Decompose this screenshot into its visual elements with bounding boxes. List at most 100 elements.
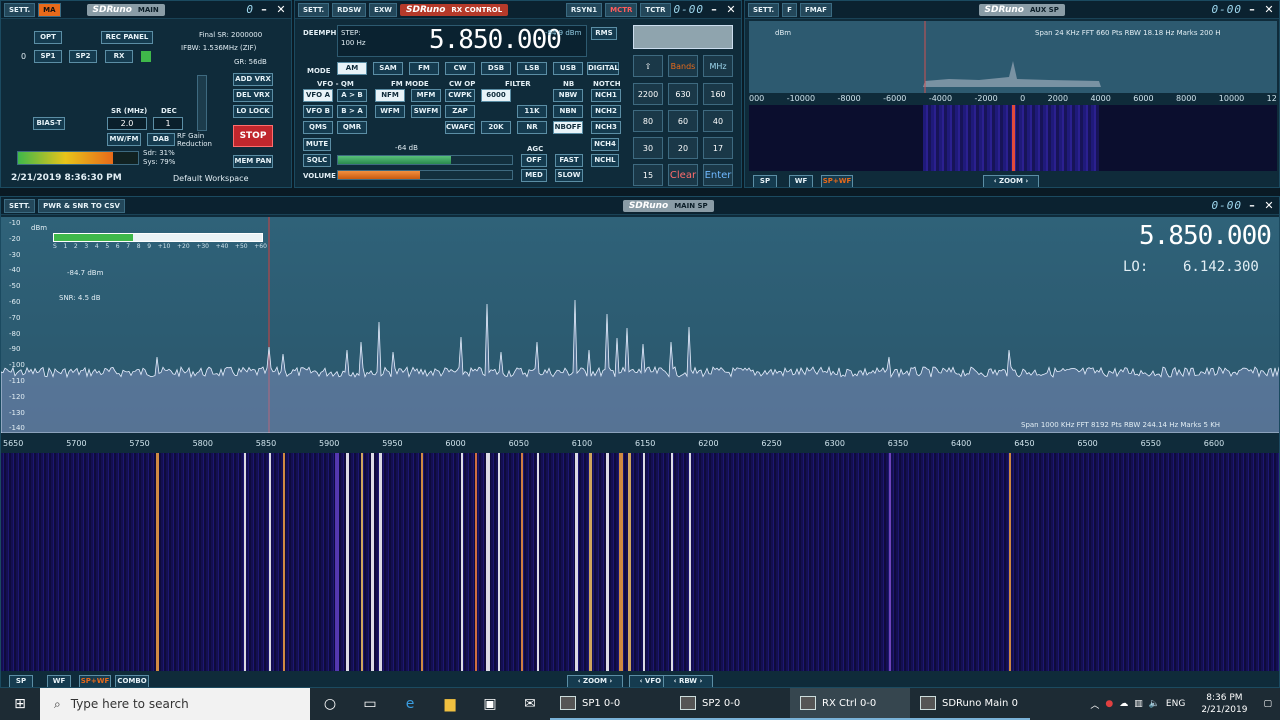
language-indicator[interactable]: ENG bbox=[1166, 699, 1185, 709]
aux-settings-button[interactable]: SETT. bbox=[748, 2, 780, 17]
mctr-button[interactable]: MCTR bbox=[605, 2, 638, 17]
mainsp-minimize-icon[interactable]: – bbox=[1245, 199, 1259, 213]
aux-zoom-control[interactable]: ‹ ZOOM › bbox=[983, 175, 1039, 187]
mainsp-zoom-control[interactable]: ‹ ZOOM › bbox=[567, 675, 623, 687]
key-630[interactable]: 630 bbox=[668, 83, 698, 105]
dab-button[interactable]: DAB bbox=[147, 133, 175, 146]
enter-button[interactable]: Enter bbox=[703, 164, 733, 186]
exw-button[interactable]: EXW bbox=[369, 2, 398, 17]
mhz-button[interactable]: MHz bbox=[703, 55, 733, 77]
task-view-icon[interactable]: ▭ bbox=[350, 688, 390, 720]
row2-zap-button[interactable]: ZAP bbox=[445, 105, 475, 118]
row1-vfo-a-button[interactable]: VFO A bbox=[303, 89, 333, 102]
row2-11k-button[interactable]: 11K bbox=[517, 105, 547, 118]
key-20[interactable]: 20 bbox=[668, 137, 698, 159]
key-160[interactable]: 160 bbox=[703, 83, 733, 105]
mode-fm-button[interactable]: FM bbox=[409, 62, 439, 75]
clear-button[interactable]: Clear bbox=[668, 164, 698, 186]
network-icon[interactable]: ▥ bbox=[1134, 699, 1143, 709]
agc-fast-button[interactable]: FAST bbox=[555, 154, 583, 167]
row3-qms-button[interactable]: QMS bbox=[303, 121, 333, 134]
mwfm-button[interactable]: MW/FM bbox=[107, 133, 141, 146]
lo-lock-button[interactable]: LO LOCK bbox=[233, 105, 273, 118]
rms-button[interactable]: RMS bbox=[591, 27, 617, 40]
row2-vfo-b-button[interactable]: VFO B bbox=[303, 105, 333, 118]
mode-dsb-button[interactable]: DSB bbox=[481, 62, 511, 75]
file-explorer-icon[interactable]: ▆ bbox=[430, 688, 470, 720]
taskbar-app-sp1[interactable]: SP1 0-0 bbox=[550, 688, 670, 720]
agc-off-button[interactable]: OFF bbox=[521, 154, 547, 167]
mute-button[interactable]: MUTE bbox=[303, 138, 331, 151]
row3-cwafc-button[interactable]: CWAFC bbox=[445, 121, 475, 134]
nchl-button[interactable]: NCHL bbox=[591, 154, 619, 167]
main-waterfall[interactable] bbox=[1, 453, 1279, 671]
squelch-slider[interactable] bbox=[337, 155, 513, 165]
sqlc-button[interactable]: SQLC bbox=[303, 154, 331, 167]
row3-nr-button[interactable]: NR bbox=[517, 121, 547, 134]
edge-icon[interactable]: e bbox=[390, 688, 430, 720]
mainsp-sp-button[interactable]: SP bbox=[9, 675, 33, 687]
taskbar-app-sp2[interactable]: SP2 0-0 bbox=[670, 688, 790, 720]
row1-nfm-button[interactable]: NFM bbox=[375, 89, 405, 102]
mode-sam-button[interactable]: SAM bbox=[373, 62, 403, 75]
bias-t-button[interactable]: BIAS-T bbox=[33, 117, 65, 130]
rdsw-button[interactable]: RDSW bbox=[332, 2, 367, 17]
rf-gain-slider[interactable] bbox=[197, 75, 207, 131]
nch4-button[interactable]: NCH4 bbox=[591, 138, 619, 151]
csv-button[interactable]: PWR & SNR TO CSV bbox=[38, 198, 125, 213]
rx-button[interactable]: RX bbox=[105, 50, 133, 63]
volume-icon[interactable]: 🔈 bbox=[1149, 699, 1160, 709]
aux-close-icon[interactable]: ✕ bbox=[1262, 3, 1276, 17]
chevron-up-icon[interactable]: ︿ bbox=[1090, 698, 1099, 711]
main-settings-button[interactable]: SETT. bbox=[4, 2, 36, 17]
mode-cw-button[interactable]: CW bbox=[445, 62, 475, 75]
row1-cwpk-button[interactable]: CWPK bbox=[445, 89, 475, 102]
row2-b-a-button[interactable]: B > A bbox=[337, 105, 367, 118]
mem-pan-button[interactable]: MEM PAN bbox=[233, 155, 273, 168]
antivirus-icon[interactable]: ● bbox=[1105, 699, 1113, 709]
taskbar-clock[interactable]: 8:36 PM 2/21/2019 bbox=[1191, 692, 1257, 716]
cortana-icon[interactable]: ○ bbox=[310, 688, 350, 720]
mainsp-spwf-button[interactable]: SP+WF bbox=[79, 675, 111, 687]
row2-nbn-button[interactable]: NBN bbox=[553, 105, 583, 118]
aux-minimize-icon[interactable]: – bbox=[1245, 3, 1259, 17]
fmaf-button[interactable]: FMAF bbox=[799, 2, 832, 17]
aux-zoom-right-icon[interactable]: › bbox=[1023, 177, 1028, 185]
rbw-right-icon[interactable]: › bbox=[697, 677, 702, 685]
row3-nboff-button[interactable]: NBOFF bbox=[553, 121, 583, 134]
notifications-icon[interactable]: ▢ bbox=[1263, 699, 1272, 709]
key-17[interactable]: 17 bbox=[703, 137, 733, 159]
mainsp-wf-button[interactable]: WF bbox=[47, 675, 71, 687]
main-ma-button[interactable]: MA bbox=[38, 2, 61, 17]
mode-digital-button[interactable]: DIGITAL bbox=[587, 62, 619, 75]
keypad-up-button[interactable]: ⇧ bbox=[633, 55, 663, 77]
bands-button[interactable]: Bands bbox=[668, 55, 698, 77]
row1-mfm-button[interactable]: MFM bbox=[411, 89, 441, 102]
minimize-icon[interactable]: – bbox=[257, 3, 271, 17]
aux-sp-button[interactable]: SP bbox=[753, 175, 777, 187]
key-80[interactable]: 80 bbox=[633, 110, 663, 132]
mail-icon[interactable]: ✉ bbox=[510, 688, 550, 720]
sr-input[interactable]: 2.0 bbox=[107, 117, 147, 130]
key-2200[interactable]: 2200 bbox=[633, 83, 663, 105]
taskbar-app-main[interactable]: SDRuno Main 0 bbox=[910, 688, 1030, 720]
combo-button[interactable]: COMBO bbox=[115, 675, 149, 687]
add-vrx-button[interactable]: ADD VRX bbox=[233, 73, 273, 86]
stop-button[interactable]: STOP bbox=[233, 125, 273, 147]
mode-lsb-button[interactable]: LSB bbox=[517, 62, 547, 75]
sp1-button[interactable]: SP1 bbox=[34, 50, 62, 63]
taskbar-app-rx[interactable]: RX Ctrl 0-0 bbox=[790, 688, 910, 720]
tctr-button[interactable]: TCTR bbox=[640, 2, 671, 17]
close-icon[interactable]: ✕ bbox=[274, 3, 288, 17]
row1-nch1-button[interactable]: NCH1 bbox=[591, 89, 621, 102]
aux-spwf-button[interactable]: SP+WF bbox=[821, 175, 853, 187]
agc-slow-button[interactable]: SLOW bbox=[555, 169, 583, 182]
key-30[interactable]: 30 bbox=[633, 137, 663, 159]
rx-frequency[interactable]: 5.850.000 bbox=[429, 25, 562, 55]
rbw-control[interactable]: ‹ RBW › bbox=[663, 675, 713, 687]
del-vrx-button[interactable]: DEL VRX bbox=[233, 89, 273, 102]
store-icon[interactable]: ▣ bbox=[470, 688, 510, 720]
row3-20k-button[interactable]: 20K bbox=[481, 121, 511, 134]
key-15[interactable]: 15 bbox=[633, 164, 663, 186]
aux-f-button[interactable]: F bbox=[782, 2, 797, 17]
